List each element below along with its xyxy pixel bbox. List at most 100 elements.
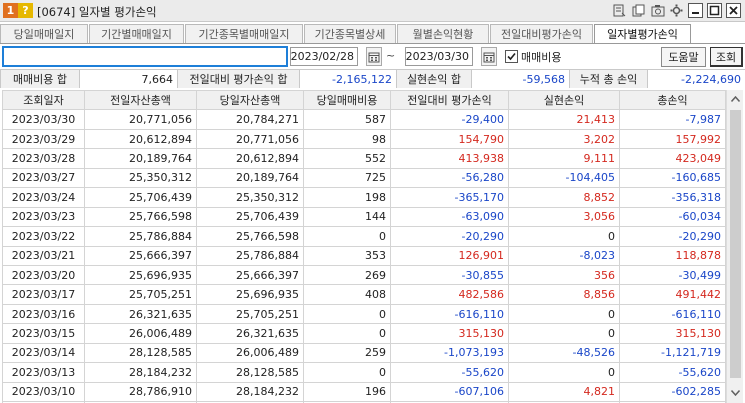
table-cell: 259: [303, 342, 391, 364]
table-row[interactable]: 2023/03/14 28,128,585 26,006,489 259 -1,073,…: [2, 342, 726, 364]
table-cell: 356: [508, 264, 620, 286]
table-cell: 0: [508, 323, 620, 344]
fee-checkbox[interactable]: [505, 50, 518, 63]
tab-daily-eval-pnl[interactable]: 일자별평가손익: [594, 24, 691, 43]
tab-monthly-pnl[interactable]: 월별손익현황: [397, 24, 489, 43]
copy-icon[interactable]: [631, 3, 646, 18]
table-row[interactable]: 2023/03/28 20,189,764 20,612,894 552 413,938…: [2, 148, 726, 169]
table-cell: 25,766,598: [196, 226, 304, 247]
window-title: [0674] 일자별 평가손익: [37, 5, 157, 19]
date-range-separator: ~: [386, 49, 396, 62]
table-header-row: 조회일자 전일자산총액 당일자산총액 당일매매비용 전일대비 평가손익 실현손익…: [2, 89, 726, 111]
table-cell: 2023/03/28: [2, 148, 85, 169]
col-header-total-pnl[interactable]: 총손익: [619, 89, 726, 111]
tab-period-trade-log[interactable]: 기간별매매일지: [89, 24, 184, 43]
query-button[interactable]: 조회: [710, 47, 743, 67]
tab-prev-day-eval-pnl[interactable]: 전일대비평가손익: [490, 24, 593, 43]
tab-daily-trade-log[interactable]: 당일매매일지: [0, 24, 88, 43]
table-cell: -607,106: [390, 381, 509, 403]
table-cell: 0: [303, 226, 391, 247]
table-row[interactable]: 2023/03/30 20,771,056 20,784,271 587 -29,400…: [2, 109, 726, 130]
table-cell: -356,318: [619, 187, 726, 208]
table-row[interactable]: 2023/03/15 26,006,489 26,321,635 0 315,130 0 3…: [2, 323, 726, 344]
table-cell: 2023/03/21: [2, 245, 85, 266]
table-cell: 28,786,910: [84, 381, 197, 403]
table-cell: 2023/03/24: [2, 187, 85, 208]
table-row[interactable]: 2023/03/20 25,696,935 25,666,397 269 -30,855…: [2, 264, 726, 286]
tab-bar: 당일매매일지 기간별매매일지 기간종목별매매일지 기간종목별상세 월별손익현황 …: [0, 24, 745, 43]
settings-icon[interactable]: [669, 3, 684, 18]
table-cell: 0: [508, 226, 620, 247]
tab-period-stock-trade-log[interactable]: 기간종목별매매일지: [185, 24, 303, 43]
table-cell: 144: [303, 206, 391, 228]
table-cell: 315,130: [619, 323, 726, 344]
table-cell: 0: [303, 323, 391, 344]
table-cell: -48,526: [508, 342, 620, 364]
end-date-input[interactable]: 2023/03/30: [405, 47, 473, 66]
table-cell: 9,111: [508, 148, 620, 169]
table-row[interactable]: 2023/03/24 25,706,439 25,350,312 198 -365,17…: [2, 187, 726, 208]
scrollbar-thumb[interactable]: [730, 110, 741, 378]
table-row[interactable]: 2023/03/10 28,786,910 28,184,232 196 -607,10…: [2, 381, 726, 403]
table-cell: 25,666,397: [84, 245, 197, 266]
table-cell: 28,128,585: [84, 342, 197, 364]
table-cell: 25,705,251: [196, 303, 304, 325]
table-cell: 2023/03/27: [2, 167, 85, 189]
col-header-prev-assets[interactable]: 전일자산총액: [84, 89, 197, 111]
table-cell: 2023/03/30: [2, 109, 85, 130]
col-header-date[interactable]: 조회일자: [2, 89, 85, 111]
help-button[interactable]: 도움말: [661, 47, 706, 67]
table-row[interactable]: 2023/03/16 26,321,635 25,705,251 0 -616,110 0…: [2, 303, 726, 325]
account-code-input[interactable]: [2, 46, 288, 67]
form-icon[interactable]: [612, 3, 627, 18]
table-cell: 28,184,232: [84, 362, 197, 383]
maximize-icon[interactable]: [707, 3, 722, 18]
table-cell: 20,612,894: [84, 128, 197, 150]
table-cell: 2023/03/16: [2, 303, 85, 325]
table-cell: 25,706,439: [84, 187, 197, 208]
table-cell: -60,034: [619, 206, 726, 228]
col-header-today-assets[interactable]: 당일자산총액: [196, 89, 304, 111]
table-cell: -20,290: [619, 226, 726, 247]
minimize-icon[interactable]: [688, 3, 703, 18]
table-cell: 25,705,251: [84, 284, 197, 305]
start-calendar-icon[interactable]: [366, 47, 382, 66]
table-cell: 118,878: [619, 245, 726, 266]
tab-period-stock-detail[interactable]: 기간종목별상세: [304, 24, 396, 43]
window-number-badge[interactable]: 1: [3, 3, 18, 18]
table-cell: 25,766,598: [84, 206, 197, 228]
table-cell: 4,821: [508, 381, 620, 403]
start-date-input[interactable]: 2023/02/28: [290, 47, 358, 66]
camera-icon[interactable]: [650, 3, 665, 18]
window-controls: [612, 3, 741, 19]
table-cell: -63,090: [390, 206, 509, 228]
table-cell: -8,023: [508, 245, 620, 266]
table-cell: 20,784,271: [196, 109, 304, 130]
col-header-realized-pnl[interactable]: 실현손익: [508, 89, 620, 111]
table-cell: 3,202: [508, 128, 620, 150]
table-cell: 2023/03/17: [2, 284, 85, 305]
end-calendar-icon[interactable]: [481, 47, 497, 66]
table-cell: 491,442: [619, 284, 726, 305]
table-cell: 725: [303, 167, 391, 189]
table-row[interactable]: 2023/03/17 25,705,251 25,696,935 408 482,586…: [2, 284, 726, 305]
fee-checkbox-label[interactable]: 매매비용: [521, 49, 561, 65]
col-header-prev-eval-pnl[interactable]: 전일대비 평가손익: [390, 89, 509, 111]
table-cell: 408: [303, 284, 391, 305]
table-row[interactable]: 2023/03/29 20,612,894 20,771,056 98 154,790 3…: [2, 128, 726, 150]
table-row[interactable]: 2023/03/23 25,766,598 25,706,439 144 -63,090…: [2, 206, 726, 228]
table-row[interactable]: 2023/03/13 28,184,232 28,128,585 0 -55,620 0-…: [2, 362, 726, 383]
table-row[interactable]: 2023/03/21 25,666,397 25,786,884 353 126,901…: [2, 245, 726, 266]
vertical-scrollbar[interactable]: [726, 90, 743, 403]
table-cell: 353: [303, 245, 391, 266]
table-row[interactable]: 2023/03/27 25,350,312 20,189,764 725 -56,280…: [2, 167, 726, 189]
scroll-up-icon[interactable]: [727, 90, 744, 107]
col-header-trade-fee[interactable]: 당일매매비용: [303, 89, 391, 111]
table-cell: 2023/03/13: [2, 362, 85, 383]
table-cell: 552: [303, 148, 391, 169]
scroll-down-icon[interactable]: [727, 384, 744, 401]
help-badge[interactable]: ?: [18, 3, 33, 18]
table-cell: 154,790: [390, 128, 509, 150]
table-row[interactable]: 2023/03/22 25,786,884 25,766,598 0 -20,290 0-…: [2, 226, 726, 247]
close-icon[interactable]: [726, 3, 741, 18]
